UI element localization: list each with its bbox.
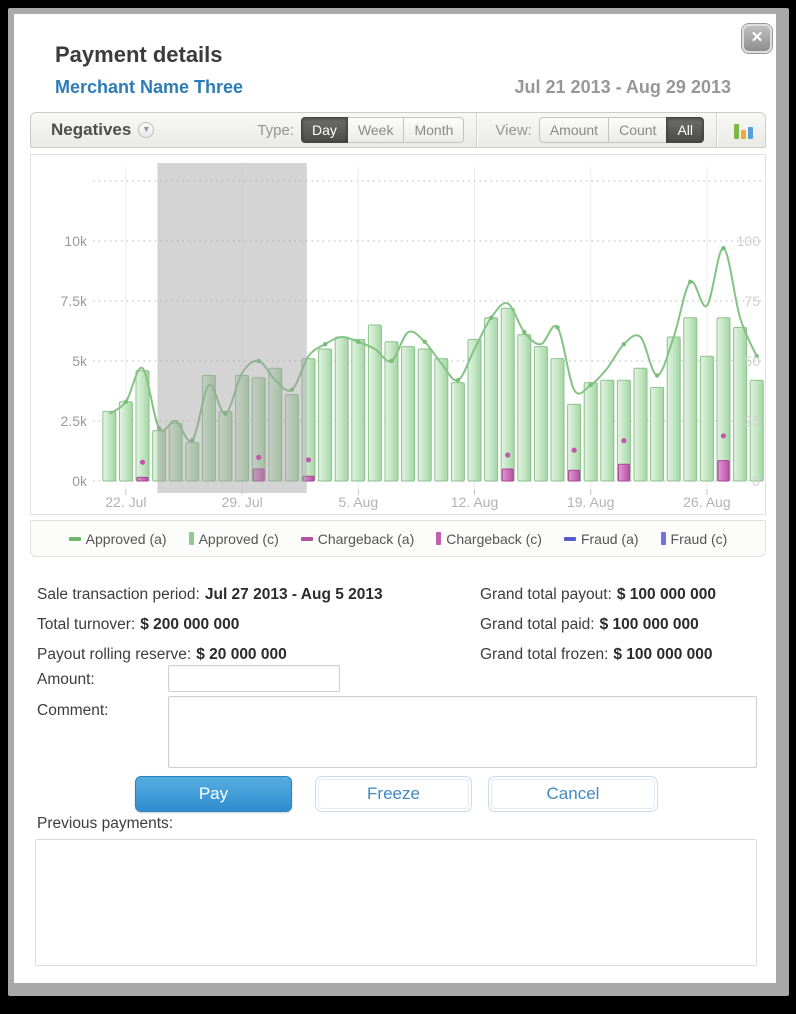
view-option-amount[interactable]: Amount [539, 117, 609, 143]
svg-text:29. Jul: 29. Jul [221, 494, 262, 510]
close-icon[interactable]: ✕ [742, 24, 772, 53]
comment-label: Comment: [37, 702, 109, 720]
svg-text:10k: 10k [64, 233, 88, 249]
legend-item-label: Chargeback (c) [446, 531, 542, 547]
legend-dash-marker [301, 537, 313, 541]
pay-button[interactable]: Pay [135, 776, 292, 812]
svg-text:5k: 5k [72, 353, 88, 369]
detail-item: Grand total payout:$ 100 000 000 [480, 586, 716, 604]
detail-item: Sale transaction period:Jul 27 2013 - Au… [37, 586, 480, 604]
type-segmented-control: DayWeekMonth [301, 117, 464, 143]
amount-label: Amount: [37, 671, 95, 689]
svg-text:7.5k: 7.5k [61, 293, 88, 309]
negatives-dropdown-label[interactable]: Negatives [51, 120, 131, 140]
payment-details-dialog: ✕ Payment details Merchant Name Three Ju… [8, 8, 789, 996]
view-segmented-control: AmountCountAll [539, 117, 704, 143]
date-range: Jul 21 2013 - Aug 29 2013 [515, 77, 731, 98]
bar-chart-icon[interactable] [731, 118, 757, 142]
svg-text:100: 100 [737, 233, 761, 249]
detail-item: Payout rolling reserve:$ 20 000 000 [37, 646, 480, 664]
legend-item-label: Chargeback (a) [318, 531, 415, 547]
type-option-day[interactable]: Day [301, 117, 348, 143]
legend-bar-marker [661, 532, 666, 545]
legend-item[interactable]: Fraud (c) [661, 531, 728, 547]
comment-textarea[interactable] [168, 696, 757, 768]
svg-text:0: 0 [752, 473, 760, 489]
legend-bar-marker [189, 532, 194, 545]
toolbar-divider [716, 113, 717, 147]
legend-item[interactable]: Chargeback (c) [436, 531, 542, 547]
legend-dash-marker [564, 537, 576, 541]
details-grid: Sale transaction period:Jul 27 2013 - Au… [37, 580, 753, 670]
chart-area: 0k 2.5k 5k 7.5k 10k 0 25 50 75 100 22. Jul 29. Jul 5… [30, 154, 766, 515]
legend-item-label: Fraud (a) [581, 531, 639, 547]
svg-text:50: 50 [744, 353, 760, 369]
chart-toolbar: Negatives ▼ Type: DayWeekMonth View: Amo… [30, 112, 766, 148]
legend-item[interactable]: Approved (c) [189, 531, 279, 547]
legend-bar-marker [436, 532, 441, 545]
toolbar-divider [476, 113, 477, 147]
legend-item[interactable]: Approved (a) [69, 531, 167, 547]
svg-text:12. Aug: 12. Aug [451, 494, 499, 510]
chart-widget: Negatives ▼ Type: DayWeekMonth View: Amo… [30, 112, 766, 557]
svg-text:5. Aug: 5. Aug [338, 494, 378, 510]
legend-item-label: Approved (a) [86, 531, 167, 547]
legend-item-label: Fraud (c) [671, 531, 728, 547]
legend-item[interactable]: Fraud (a) [564, 531, 639, 547]
view-option-all[interactable]: All [666, 117, 704, 143]
chevron-down-icon[interactable]: ▼ [138, 122, 154, 138]
page-title: Payment details [55, 42, 223, 68]
legend-item-label: Approved (c) [199, 531, 279, 547]
type-option-month[interactable]: Month [403, 117, 464, 143]
previous-payments-label: Previous payments: [37, 815, 173, 833]
legend-item[interactable]: Chargeback (a) [301, 531, 415, 547]
view-option-count[interactable]: Count [608, 117, 667, 143]
type-option-week[interactable]: Week [347, 117, 405, 143]
svg-text:22. Jul: 22. Jul [105, 494, 146, 510]
detail-item: Total turnover:$ 200 000 000 [37, 616, 480, 634]
svg-text:25: 25 [744, 413, 760, 429]
chart-svg: 0k 2.5k 5k 7.5k 10k 0 25 50 75 100 22. Jul 29. Jul 5… [31, 155, 765, 514]
detail-item: Grand total frozen:$ 100 000 000 [480, 646, 713, 664]
svg-text:19. Aug: 19. Aug [567, 494, 615, 510]
cancel-button[interactable]: Cancel [488, 776, 658, 812]
svg-text:2.5k: 2.5k [61, 413, 88, 429]
chart-legend: Approved (a) Approved (c) Chargeback (a) Ch… [30, 520, 766, 557]
type-label: Type: [257, 122, 294, 139]
freeze-button[interactable]: Freeze [315, 776, 472, 812]
previous-payments-box [35, 839, 757, 966]
amount-input[interactable] [168, 665, 340, 692]
merchant-name-link[interactable]: Merchant Name Three [55, 77, 243, 98]
svg-text:26. Aug: 26. Aug [683, 494, 731, 510]
detail-item: Grand total paid:$ 100 000 000 [480, 616, 699, 634]
svg-text:0k: 0k [72, 473, 88, 489]
legend-dash-marker [69, 537, 81, 541]
svg-text:75: 75 [744, 293, 760, 309]
view-label: View: [495, 122, 531, 139]
